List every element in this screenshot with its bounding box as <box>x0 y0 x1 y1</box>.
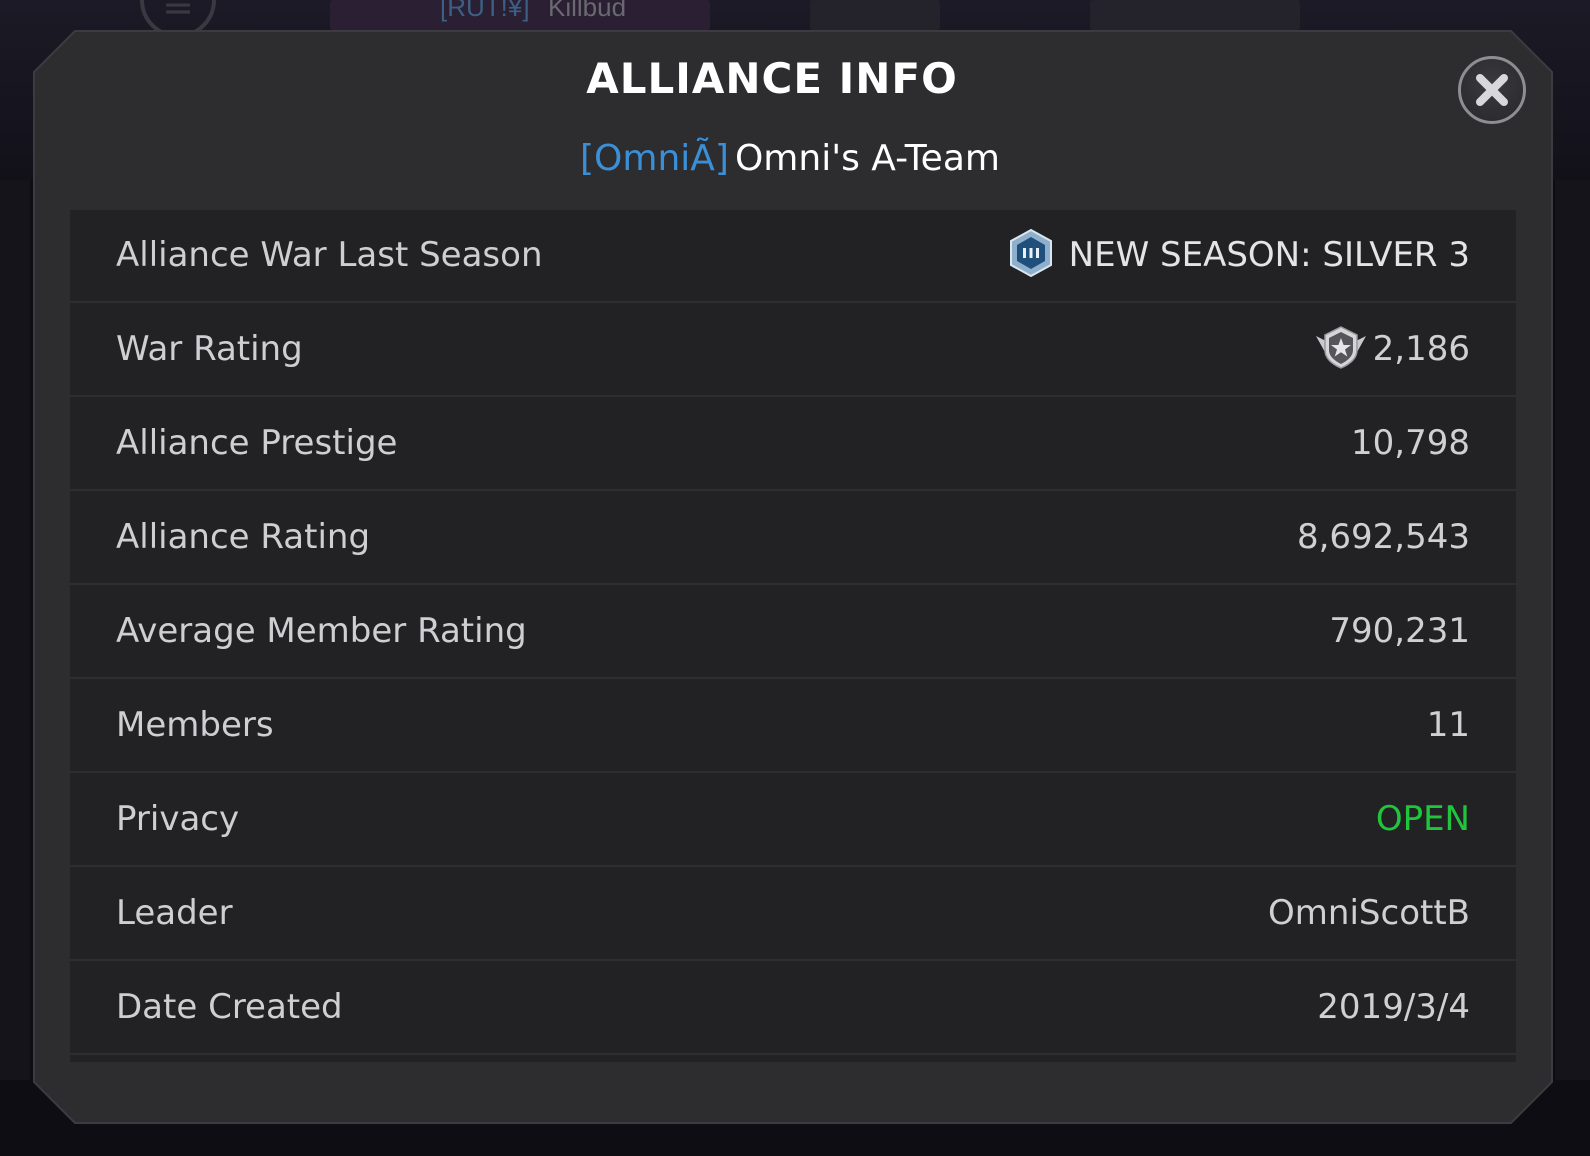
row-value: 790,231 <box>1329 611 1470 651</box>
alliance-name: Omni's A-Team <box>734 138 1000 179</box>
row-privacy: Privacy OPEN <box>70 774 1516 867</box>
background-alliance-tag: [RUT!¥] <box>440 0 530 22</box>
row-average-member-rating: Average Member Rating 790,231 <box>70 586 1516 679</box>
row-value: 8,692,543 <box>1296 517 1470 557</box>
row-value: 10,798 <box>1351 423 1470 463</box>
war-rating-emblem-icon <box>1316 326 1366 369</box>
row-label: Date Created <box>116 987 343 1027</box>
silver-tier-badge-icon <box>1010 228 1052 278</box>
row-label: Members <box>116 705 274 745</box>
close-icon <box>1476 74 1508 106</box>
privacy-status: OPEN <box>1375 799 1470 839</box>
row-label: Alliance War Last Season <box>116 235 543 275</box>
modal-title: ALLIANCE INFO <box>586 54 958 103</box>
row-label: Alliance Rating <box>116 517 371 557</box>
alliance-info-table: Alliance War Last Season NEW SEASON: SIL… <box>70 210 1516 1062</box>
row-value: 2,186 <box>1372 329 1470 369</box>
close-button[interactable] <box>1458 56 1526 124</box>
row-value: 2019/3/4 <box>1317 987 1470 1027</box>
row-label: Privacy <box>116 799 240 839</box>
row-alliance-prestige: Alliance Prestige 10,798 <box>70 398 1516 491</box>
row-date-created: Date Created 2019/3/4 <box>70 962 1516 1055</box>
background-right <box>1555 180 1590 1080</box>
row-leader: Leader OmniScottB <box>70 868 1516 961</box>
background-rating-chip <box>1090 0 1300 30</box>
row-alliance-rating: Alliance Rating 8,692,543 <box>70 492 1516 585</box>
background-left <box>0 180 30 1080</box>
row-value: NEW SEASON: SILVER 3 <box>1068 235 1470 275</box>
row-members: Members 11 <box>70 680 1516 773</box>
alliance-heading: [OmniÃ] Omni's A-Team <box>0 138 1580 179</box>
row-alliance-war-last-season: Alliance War Last Season NEW SEASON: SIL… <box>70 210 1516 303</box>
row-label: Alliance Prestige <box>116 423 398 463</box>
background-timer-chip <box>810 0 940 30</box>
row-value: 11 <box>1426 705 1470 745</box>
row-label: War Rating <box>116 329 303 369</box>
background-alliance-name: Killbud <box>548 0 627 22</box>
alliance-tag: [OmniÃ] <box>580 138 729 179</box>
row-label: Leader <box>116 893 233 933</box>
row-war-rating: War Rating 2,186 <box>70 304 1516 397</box>
row-label: Average Member Rating <box>116 611 527 651</box>
leader-name: OmniScottB <box>1268 893 1470 933</box>
